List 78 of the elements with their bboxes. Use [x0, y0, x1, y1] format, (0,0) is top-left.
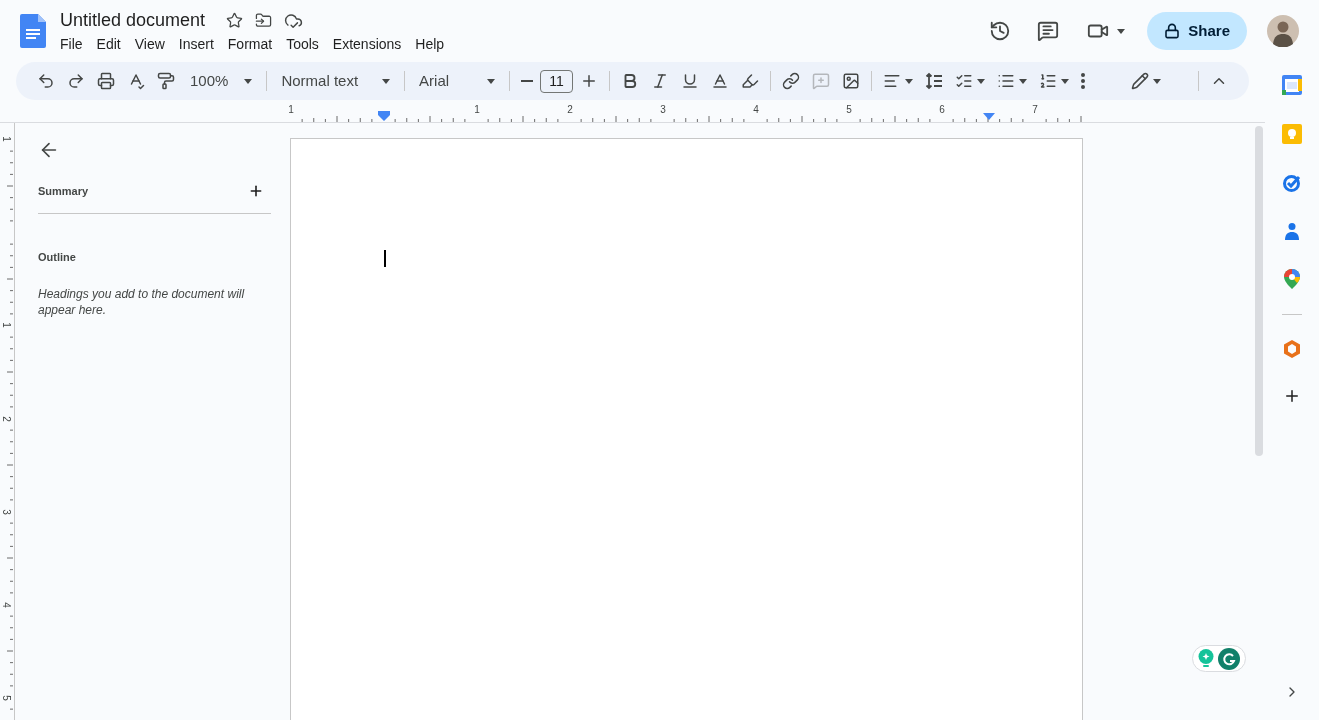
style-dropdown[interactable]: Normal text [273, 67, 399, 95]
ruler-number: 4 [0, 601, 12, 610]
add-app-icon[interactable] [1283, 387, 1301, 405]
avatar-icon[interactable] [1267, 15, 1299, 47]
outline-heading: Outline [38, 249, 77, 265]
caret-icon [905, 78, 914, 84]
ruler-number: 3 [0, 508, 12, 517]
menu-item[interactable]: Edit [89, 34, 128, 54]
ruler-number: 2 [567, 104, 573, 116]
paint-roller-icon [157, 72, 175, 90]
grammarly-widget[interactable] [1192, 645, 1246, 672]
caret-icon [487, 78, 496, 84]
caret-icon [382, 78, 391, 84]
add-comment-icon [812, 72, 831, 90]
lock-icon [1164, 23, 1181, 39]
underline-icon [681, 72, 700, 90]
ruler-number: 1 [0, 321, 12, 330]
ruler-number: 1 [0, 135, 12, 144]
summary-heading: Summary [38, 184, 89, 199]
ruler-number: 3 [660, 104, 666, 116]
undo-icon [37, 72, 55, 90]
highlighter-icon [741, 72, 760, 90]
caret-icon [977, 78, 986, 84]
font-dropdown[interactable]: Arial [411, 67, 504, 95]
more-icon [1081, 73, 1086, 89]
menu-item[interactable]: Extensions [325, 34, 409, 54]
menu-item[interactable]: File [59, 34, 90, 54]
pencil-icon [1131, 72, 1149, 90]
person-icon[interactable] [1283, 222, 1301, 240]
line-spacing-icon [925, 72, 944, 90]
move-folder-icon[interactable] [255, 11, 273, 29]
ruler-number: 7 [1032, 104, 1038, 116]
ruler-number: 4 [753, 104, 759, 116]
checklist-icon [955, 72, 974, 90]
map-pin-icon[interactable] [1284, 269, 1300, 289]
history-icon[interactable] [989, 20, 1012, 42]
g-logo-icon [1218, 647, 1240, 670]
outline-hint: Headings you add to the document will appear here. [38, 286, 246, 318]
caret-icon [244, 78, 253, 84]
indent-marker[interactable] [378, 111, 390, 121]
comment-icon[interactable] [1037, 20, 1060, 42]
ruler-number: 5 [846, 104, 852, 116]
ruler-number: 6 [939, 104, 945, 116]
numbered-list-icon [1039, 72, 1058, 90]
image-icon [842, 72, 861, 90]
font-size-field[interactable]: 11 [540, 69, 574, 93]
docs-logo-icon[interactable] [20, 14, 46, 48]
ruler-number: 5 [0, 694, 12, 703]
share-button[interactable]: Share [1147, 12, 1247, 50]
margin-marker[interactable] [983, 113, 995, 120]
text-color-icon [711, 72, 730, 90]
menu-item[interactable]: Format [220, 34, 280, 54]
scrollbar[interactable] [1255, 126, 1263, 456]
caret-icon [1117, 28, 1126, 34]
menu-item[interactable]: Tools [279, 34, 326, 54]
ruler-number: 1 [288, 104, 294, 116]
tasks-icon[interactable] [1282, 173, 1302, 193]
caret-icon [1019, 78, 1028, 84]
bulleted-list-icon [997, 72, 1016, 90]
align-left-icon [883, 72, 902, 90]
caret-icon [1061, 78, 1070, 84]
zoom-dropdown[interactable]: 100% [182, 67, 261, 95]
office-icon[interactable] [1284, 340, 1300, 358]
caret-icon [1153, 78, 1161, 84]
menu-item[interactable]: View [127, 34, 172, 54]
printer-icon [97, 72, 115, 90]
link-icon [782, 72, 801, 90]
ruler-number: 2 [0, 415, 12, 424]
menu-item[interactable]: Help [408, 34, 452, 54]
menu-item[interactable]: Insert [171, 34, 221, 54]
minus-icon [521, 80, 534, 82]
text-cursor [384, 250, 386, 267]
calendar-icon[interactable] [1282, 75, 1302, 95]
document-title[interactable]: Untitled document [59, 8, 207, 32]
redo-icon [67, 72, 85, 90]
bulb-icon [1198, 648, 1214, 669]
star-icon[interactable] [226, 11, 244, 29]
ruler-number: 1 [474, 104, 480, 116]
